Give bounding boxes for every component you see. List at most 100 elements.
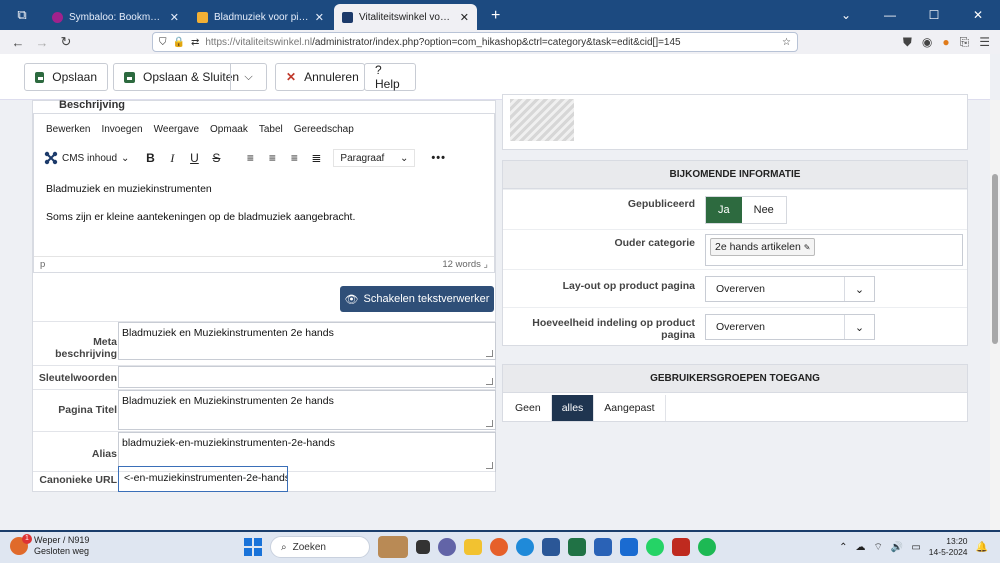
volume-icon[interactable]: 🔊: [891, 542, 903, 553]
shield-icon[interactable]: ⛉: [159, 37, 167, 48]
teams-chat-icon[interactable]: [438, 538, 456, 556]
help-button[interactable]: ? Help: [364, 63, 416, 91]
wifi-icon[interactable]: ⌔: [873, 541, 882, 554]
tab-list-icon[interactable]: ⌄: [824, 0, 868, 30]
close-window-icon[interactable]: ✕: [956, 0, 1000, 30]
menu-tools[interactable]: Gereedschap: [294, 124, 354, 135]
menu-table[interactable]: Tabel: [259, 124, 283, 135]
cancel-button[interactable]: ✕ Annuleren: [275, 63, 365, 91]
block-format-select[interactable]: Paragraaf ⌄: [333, 149, 416, 167]
close-tab-icon[interactable]: ✕: [315, 11, 324, 24]
chevron-down-icon[interactable]: ⌵: [230, 64, 266, 90]
underline-icon[interactable]: U: [183, 151, 205, 165]
account-icon[interactable]: ●: [942, 35, 949, 49]
access-custom-button[interactable]: Aangepast: [594, 395, 666, 421]
editor-content[interactable]: Bladmuziek en muziekinstrumenten Soms zi…: [46, 183, 355, 239]
firefox-icon[interactable]: [490, 538, 508, 556]
parent-category-chip[interactable]: 2e hands artikelen ✎: [710, 238, 816, 256]
edit-pencil-icon[interactable]: ✎: [804, 243, 811, 252]
align-left-icon[interactable]: ≡: [239, 151, 261, 165]
widgets-icon[interactable]: [378, 536, 408, 558]
keywords-field[interactable]: [118, 366, 496, 388]
page-scrollbar[interactable]: [990, 100, 1000, 530]
weather-subtitle: Gesloten weg: [34, 546, 90, 556]
align-right-icon[interactable]: ≡: [283, 151, 305, 165]
resize-handle-icon[interactable]: ⌟: [484, 259, 488, 270]
parent-category-field[interactable]: 2e hands artikelen ✎: [705, 234, 963, 266]
access-all-button[interactable]: alles: [551, 395, 595, 421]
bookmark-star-icon[interactable]: ☆: [782, 37, 791, 48]
more-options-icon[interactable]: •••: [431, 152, 446, 164]
save-close-button[interactable]: Opslaan & Sluiten ⌵: [113, 63, 267, 91]
menu-view[interactable]: Weergave: [154, 124, 199, 135]
tab-symbaloo[interactable]: Symbaloo: Bookmark Manager ✕: [44, 4, 187, 30]
notes-icon[interactable]: [594, 538, 612, 556]
tab-vitaliteitswinkel[interactable]: Vitaliteitswinkel voor Bloesem ✕: [334, 4, 477, 30]
published-no-button[interactable]: Nee: [742, 197, 786, 223]
strikethrough-icon[interactable]: S: [205, 151, 227, 165]
italic-icon[interactable]: I: [161, 151, 183, 166]
published-yes-button[interactable]: Ja: [706, 197, 742, 223]
access-none-button[interactable]: Geen: [505, 395, 552, 421]
permissions-icon[interactable]: ⇄: [191, 37, 199, 48]
task-view-icon[interactable]: [416, 540, 430, 554]
extension-icon[interactable]: ◉: [922, 35, 932, 49]
spotify-icon[interactable]: [698, 538, 716, 556]
canonical-url-input[interactable]: <-en-muziekinstrumenten-2e-hands: [118, 466, 288, 492]
battery-icon[interactable]: ▭: [911, 542, 920, 553]
pocket-icon[interactable]: ⛊: [903, 35, 912, 50]
maximize-icon[interactable]: ☐: [912, 0, 956, 30]
edge-icon[interactable]: [516, 538, 534, 556]
menu-edit[interactable]: Bewerken: [46, 124, 90, 135]
close-tab-icon[interactable]: ✕: [170, 11, 179, 24]
quantity-layout-select[interactable]: Overerven ⌄: [705, 314, 875, 340]
windows-start-icon[interactable]: [244, 538, 262, 556]
quantity-layout-row: Hoeveelheid indeling op product pagina O…: [503, 307, 967, 345]
taskbar-apps: ⌕ Zoeken: [244, 536, 716, 558]
tray-overflow-icon[interactable]: ⌃: [839, 542, 847, 553]
minimize-icon[interactable]: —: [868, 0, 912, 30]
align-center-icon[interactable]: ≡: [261, 151, 283, 165]
meta-description-field[interactable]: Bladmuziek en Muziekinstrumenten 2e hand…: [118, 322, 496, 360]
eye-icon: 👁: [344, 293, 359, 306]
lock-icon[interactable]: 🔒: [173, 37, 185, 48]
tab-overview-icon[interactable]: ⧉: [0, 0, 44, 30]
back-icon[interactable]: ←: [6, 35, 30, 50]
scrollbar-thumb[interactable]: [992, 174, 998, 344]
new-tab-button[interactable]: +: [479, 2, 512, 30]
word-icon[interactable]: [542, 538, 560, 556]
menu-format[interactable]: Opmaak: [210, 124, 248, 135]
browser-nav-bar: ← → ↻ ⛉ 🔒 ⇄ https://vitaliteitswinkel.nl…: [0, 30, 1000, 54]
onedrive-icon[interactable]: ☁: [855, 542, 865, 553]
clock-date: 14-5-2024: [928, 547, 968, 557]
category-image-thumbnail[interactable]: [510, 99, 574, 141]
notification-bell-icon[interactable]: 🔔: [976, 542, 988, 553]
forward-icon[interactable]: →: [30, 35, 54, 50]
cms-content-button[interactable]: CMS inhoud ⌄: [44, 151, 129, 165]
bold-icon[interactable]: B: [139, 151, 161, 165]
filezilla-icon[interactable]: [672, 538, 690, 556]
store-icon[interactable]: [620, 538, 638, 556]
reload-icon[interactable]: ↻: [54, 34, 78, 50]
weather-widget[interactable]: Weper / N919 Gesloten weg: [10, 534, 90, 557]
save-button[interactable]: Opslaan: [24, 63, 108, 91]
extensions-puzzle-icon[interactable]: ⎘: [960, 35, 970, 50]
toggle-editor-button[interactable]: 👁 Schakelen tekstverwerker: [340, 286, 494, 312]
menu-icon[interactable]: ☰: [979, 35, 990, 49]
align-justify-icon[interactable]: ≣: [305, 151, 327, 165]
menu-insert[interactable]: Invoegen: [101, 124, 142, 135]
element-path[interactable]: p: [40, 259, 45, 270]
close-tab-icon[interactable]: ✕: [460, 11, 469, 24]
clock[interactable]: 13:20 14-5-2024: [929, 536, 968, 558]
layout-select[interactable]: Overerven ⌄: [705, 276, 875, 302]
whatsapp-icon[interactable]: [646, 538, 664, 556]
file-explorer-icon[interactable]: [464, 539, 482, 555]
cms-content-label: CMS inhoud: [62, 152, 118, 164]
quantity-layout-label: Hoeveelheid indeling op product pagina: [532, 317, 695, 341]
tab-bladmuziek[interactable]: Bladmuziek voor piano 2e hands ✕: [189, 4, 332, 30]
address-bar[interactable]: ⛉ 🔒 ⇄ https://vitaliteitswinkel.nl/admin…: [152, 32, 798, 52]
taskbar-search[interactable]: ⌕ Zoeken: [270, 536, 370, 558]
page-title-field[interactable]: Bladmuziek en Muziekinstrumenten 2e hand…: [118, 390, 496, 430]
parent-category-label: Ouder categorie: [614, 237, 695, 249]
excel-icon[interactable]: [568, 538, 586, 556]
